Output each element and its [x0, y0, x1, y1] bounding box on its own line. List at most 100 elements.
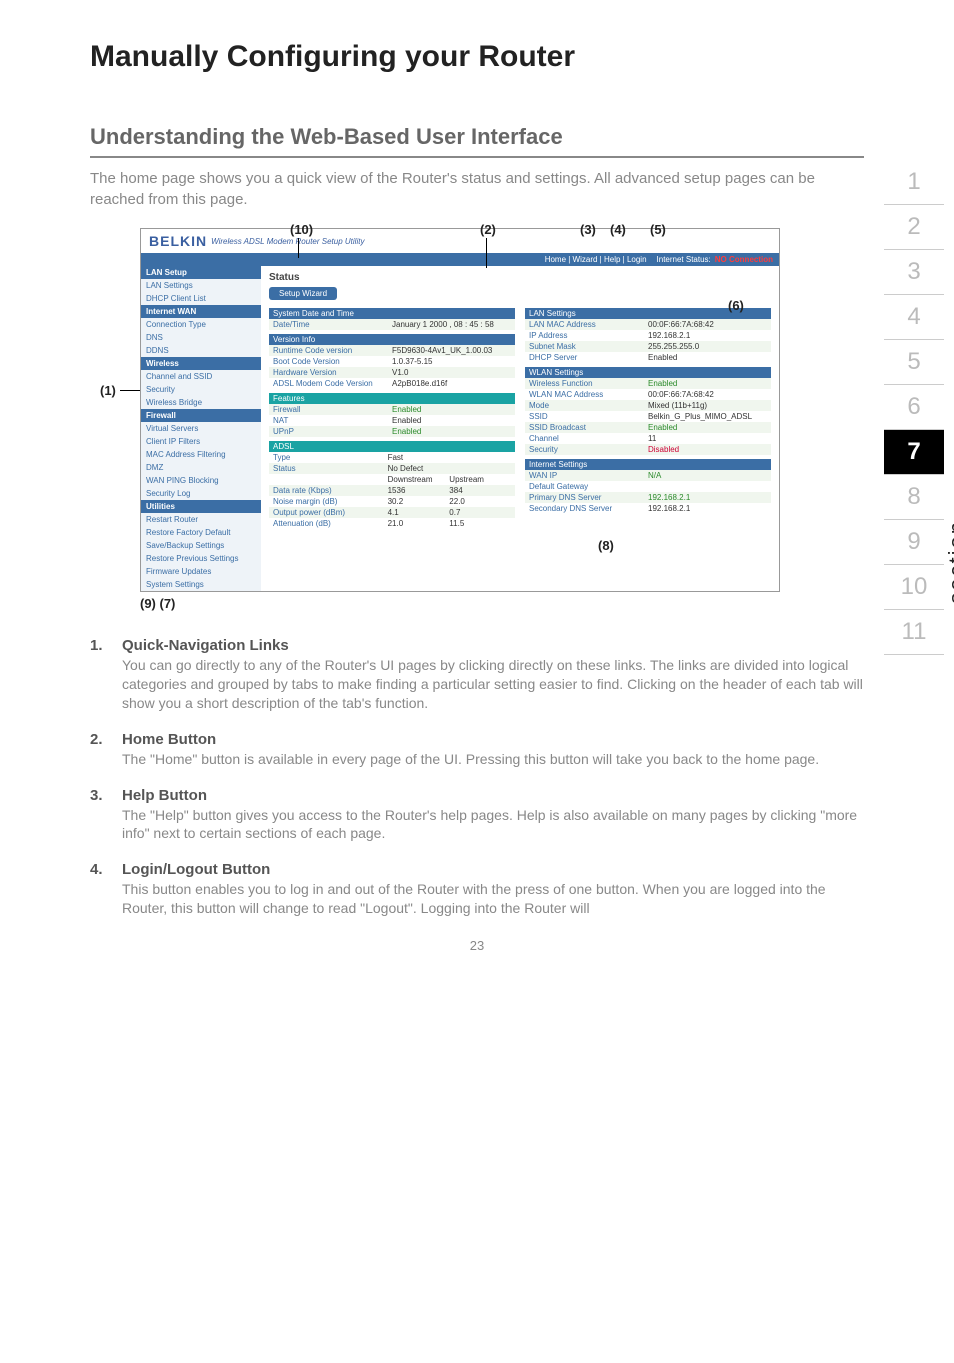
table-row: SSIDBelkin_G_Plus_MIMO_ADSL [525, 411, 771, 422]
section-nav-item[interactable]: 3 [884, 250, 944, 295]
nav-item[interactable]: Virtual Servers [141, 422, 261, 435]
sysdate-val: January 1 2000 , 08 : 45 : 58 [392, 320, 511, 329]
callout-2: (2) [480, 222, 496, 237]
panel-version-header: Version Info [269, 334, 515, 345]
section-nav-item[interactable]: 4 [884, 295, 944, 340]
table-row: DHCP ServerEnabled [525, 352, 771, 363]
panel-wlan-header: WLAN Settings [525, 367, 771, 378]
section-nav-item[interactable]: 6 [884, 385, 944, 430]
nav-item[interactable]: System Settings [141, 578, 261, 591]
section-nav-item[interactable]: 1 [884, 160, 944, 205]
nav-item[interactable]: Restart Router [141, 513, 261, 526]
nav-item[interactable]: Restore Factory Default [141, 526, 261, 539]
nav-item[interactable]: DNS [141, 331, 261, 344]
callout-10: (10) [290, 222, 313, 237]
nav-item[interactable]: Firmware Updates [141, 565, 261, 578]
table-row: SecurityDisabled [525, 444, 771, 455]
section-heading: Understanding the Web-Based User Interfa… [90, 124, 864, 158]
panel-adsl-header: ADSL [269, 441, 515, 452]
left-nav: LAN SetupLAN SettingsDHCP Client ListInt… [141, 266, 261, 591]
table-row: WAN IPN/A [525, 470, 771, 481]
status-label: Status [269, 272, 771, 283]
internet-status-label: Internet Status: [657, 255, 711, 264]
nav-group-header[interactable]: LAN Setup [141, 266, 261, 279]
router-screenshot: BELKIN Wireless ADSL Modem Router Setup … [140, 228, 780, 592]
intro-text: The home page shows you a quick view of … [90, 168, 864, 210]
top-bar: Home | Wizard | Help | Login Internet St… [141, 253, 779, 266]
body-list: 1.Quick-Navigation LinksYou can go direc… [90, 637, 864, 918]
nav-item[interactable]: Restore Previous Settings [141, 552, 261, 565]
section-nav-item[interactable]: 2 [884, 205, 944, 250]
nav-item[interactable]: Security Log [141, 487, 261, 500]
callouts-bottom: (9) (7) [140, 596, 864, 611]
table-row: WLAN MAC Address00:0F:66:7A:68:42 [525, 389, 771, 400]
panel-inet-header: Internet Settings [525, 459, 771, 470]
topbar-links[interactable]: Home | Wizard | Help | Login [545, 255, 647, 264]
section-nav-item[interactable]: 11 [884, 610, 944, 655]
screenshot-wrapper: (10) (2) (3) (4) (5) (6) (1) (8) BELKIN … [90, 228, 864, 611]
table-row: NATEnabled [269, 415, 515, 426]
table-row: TypeFast [269, 452, 515, 463]
setup-wizard-button[interactable]: Setup Wizard [269, 287, 337, 300]
table-row: Default Gateway [525, 481, 771, 492]
nav-item[interactable]: Channel and SSID [141, 370, 261, 383]
nav-item[interactable]: Wireless Bridge [141, 396, 261, 409]
table-row: UPnPEnabled [269, 426, 515, 437]
panel-sysdate-header: System Date and Time [269, 308, 515, 319]
nav-item[interactable]: Security [141, 383, 261, 396]
table-row: Boot Code Version1.0.37-5.15 [269, 356, 515, 367]
table-row: SSID BroadcastEnabled [525, 422, 771, 433]
nav-item[interactable]: MAC Address Filtering [141, 448, 261, 461]
callout-1: (1) [100, 383, 116, 398]
section-nav-item[interactable]: 7 [884, 430, 944, 475]
nav-item[interactable]: WAN PING Blocking [141, 474, 261, 487]
sysdate-key: Date/Time [273, 320, 392, 329]
brand-subtitle: Wireless ADSL Modem Router Setup Utility [211, 237, 364, 246]
list-item: 4.Login/Logout ButtonThis button enables… [90, 861, 864, 918]
list-item: 3.Help ButtonThe "Help" button gives you… [90, 787, 864, 844]
table-row: LAN MAC Address00:0F:66:7A:68:42 [525, 319, 771, 330]
section-nav-item[interactable]: 5 [884, 340, 944, 385]
table-row: StatusNo Defect [269, 463, 515, 474]
nav-item[interactable]: LAN Settings [141, 279, 261, 292]
nav-item[interactable]: DHCP Client List [141, 292, 261, 305]
nav-group-header[interactable]: Internet WAN [141, 305, 261, 318]
nav-item[interactable]: DDNS [141, 344, 261, 357]
callout-4: (4) [610, 222, 626, 237]
section-nav: 1234567891011 [884, 160, 944, 655]
table-row: Channel11 [525, 433, 771, 444]
section-nav-item[interactable]: 10 [884, 565, 944, 610]
table-row: FirewallEnabled [269, 404, 515, 415]
nav-item[interactable]: DMZ [141, 461, 261, 474]
nav-item[interactable]: Save/Backup Settings [141, 539, 261, 552]
nav-item[interactable]: Connection Type [141, 318, 261, 331]
section-nav-item[interactable]: 9 [884, 520, 944, 565]
callout-6: (6) [728, 298, 744, 313]
table-row: Output power (dBm)4.10.7 [269, 507, 515, 518]
table-row: Subnet Mask255.255.255.0 [525, 341, 771, 352]
table-row: Primary DNS Server192.168.2.1 [525, 492, 771, 503]
callout-3: (3) [580, 222, 596, 237]
table-row: Attenuation (dB)21.011.5 [269, 518, 515, 529]
nav-item[interactable]: Client IP Filters [141, 435, 261, 448]
table-row: Wireless FunctionEnabled [525, 378, 771, 389]
list-item: 2.Home ButtonThe "Home" button is availa… [90, 731, 864, 769]
list-item: 1.Quick-Navigation LinksYou can go direc… [90, 637, 864, 713]
table-row: ModeMixed (11b+11g) [525, 400, 771, 411]
nav-group-header[interactable]: Wireless [141, 357, 261, 370]
table-row: IP Address192.168.2.1 [525, 330, 771, 341]
page-number: 23 [90, 938, 864, 953]
table-row: Secondary DNS Server192.168.2.1 [525, 503, 771, 514]
table-row: ADSL Modem Code VersionA2pB018e.d16f [269, 378, 515, 389]
table-row: Noise margin (dB)30.222.0 [269, 496, 515, 507]
section-nav-item[interactable]: 8 [884, 475, 944, 520]
nav-group-header[interactable]: Firewall [141, 409, 261, 422]
callout-8: (8) [598, 538, 614, 553]
table-row: Data rate (Kbps)1536384 [269, 485, 515, 496]
table-row: DownstreamUpstream [269, 474, 515, 485]
nav-group-header[interactable]: Utilities [141, 500, 261, 513]
brand-logo: BELKIN [149, 233, 207, 249]
internet-status-value: NO Connection [715, 255, 773, 264]
section-label: section [944, 520, 954, 604]
table-row: Runtime Code versionF5D9630-4Av1_UK_1.00… [269, 345, 515, 356]
